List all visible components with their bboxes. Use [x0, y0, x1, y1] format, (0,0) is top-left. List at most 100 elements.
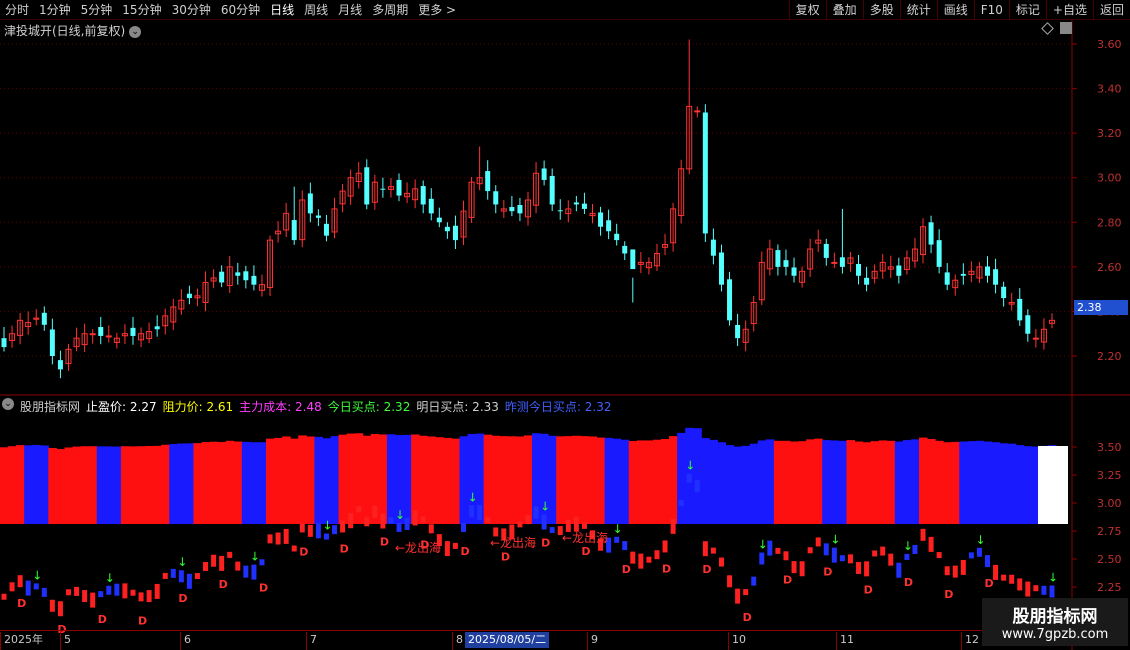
buy-arrow-icon: ↓ — [613, 522, 623, 536]
indicator-bar — [807, 547, 813, 554]
indicator-bar — [856, 561, 862, 574]
scroll-icon[interactable] — [1060, 22, 1072, 34]
candle-body — [243, 271, 249, 281]
buy-arrow-icon: ↓ — [322, 519, 332, 533]
buy-arrow-icon: ↓ — [540, 500, 550, 514]
indicator-column — [274, 437, 283, 524]
indicator-column — [556, 436, 565, 524]
indicator-axis-label: 3.25 — [1097, 469, 1122, 482]
indicator-column — [499, 436, 509, 524]
indicator-bar — [630, 551, 636, 564]
indicator-column — [451, 438, 460, 524]
indicator-column — [870, 441, 880, 524]
indicator-column — [669, 436, 678, 524]
indicator-bar — [525, 515, 531, 525]
candle-body — [928, 222, 934, 245]
indicator-column — [927, 439, 936, 524]
indicator-column — [217, 442, 227, 524]
date-tick: 12 — [961, 632, 979, 650]
indicator-bar — [896, 562, 902, 578]
indicator-bar — [259, 559, 265, 566]
candle-body — [936, 240, 942, 267]
indicator-value: 明日买点: 2.33 — [416, 400, 499, 414]
indicator-column — [314, 436, 323, 524]
indicator-column-latest — [1038, 446, 1068, 524]
indicator-bar — [767, 540, 773, 556]
candle-body — [557, 210, 563, 212]
candle-body — [783, 260, 789, 267]
indicator-bar — [662, 540, 668, 553]
indicator-column — [741, 445, 751, 524]
signal-d-label: D — [178, 592, 187, 605]
indicator-column — [717, 442, 727, 524]
indicator-bar — [880, 546, 886, 556]
indicator-column — [112, 446, 122, 524]
indicator-bar — [251, 564, 257, 580]
indicator-bar — [291, 545, 297, 552]
price-axis-label: 3.20 — [1097, 127, 1122, 140]
candle-body — [154, 326, 160, 330]
indicator-bar — [9, 582, 15, 592]
signal-d-label: D — [501, 550, 510, 563]
candle-body — [694, 110, 701, 113]
signal-d-label: D — [259, 581, 268, 594]
indicator-bar — [170, 568, 176, 578]
indicator-column — [999, 443, 1009, 524]
indicator-bar — [106, 585, 112, 595]
indicator-column — [935, 440, 944, 524]
candle-body — [702, 112, 708, 234]
indicator-bar — [243, 565, 249, 578]
indicator-column — [830, 440, 839, 524]
indicator-bar — [323, 533, 329, 540]
indicator-bar — [743, 589, 749, 596]
buy-arrow-icon: ↓ — [975, 533, 985, 547]
candle-body — [823, 243, 829, 258]
signal-d-label: D — [662, 562, 671, 575]
candle-body — [89, 333, 96, 336]
indicator-column — [435, 437, 444, 524]
indicator-column — [241, 441, 251, 524]
indicator-bar — [888, 553, 894, 566]
candle-body — [993, 269, 999, 285]
price-axis-label: 3.40 — [1097, 83, 1122, 96]
indicator-bar — [211, 554, 217, 567]
indicator-bar — [936, 552, 942, 559]
date-tick: 11 — [836, 632, 854, 650]
candle-body — [98, 327, 104, 336]
indicator-column — [443, 437, 452, 524]
candle-body — [598, 212, 604, 227]
chevron-down-icon[interactable]: ⌄ — [2, 398, 14, 410]
indicator-column — [185, 443, 194, 524]
indicator-bar — [872, 550, 878, 557]
chart-title[interactable]: 津投城开(日线,前复权) ⌄ — [4, 22, 142, 39]
indicator-column — [894, 441, 904, 524]
indicator-column — [80, 446, 90, 524]
chart-canvas[interactable]: 3.603.403.203.002.802.602.402.203.503.25… — [0, 0, 1130, 650]
indicator-column — [709, 439, 718, 524]
annotation-label: ←龙出海 — [562, 530, 608, 545]
candle-body — [364, 167, 370, 205]
chevron-down-icon[interactable]: ⌄ — [129, 25, 142, 38]
indicator-column — [145, 446, 154, 524]
indicator-axis-label: 2.50 — [1097, 553, 1122, 566]
indicator-name[interactable]: 股朋指标网 — [20, 398, 80, 415]
indicator-bar — [815, 537, 821, 547]
indicator-bar — [775, 547, 781, 554]
indicator-bar — [130, 589, 136, 596]
indicator-bar — [162, 572, 168, 579]
indicator-bar — [759, 552, 765, 565]
indicator-bar — [968, 552, 974, 559]
candle-body — [606, 220, 612, 232]
candle-body — [944, 272, 950, 285]
indicator-bar — [477, 505, 483, 521]
candle-body — [396, 179, 402, 196]
candle-body — [791, 267, 797, 276]
indicator-bar — [944, 566, 950, 576]
candle-body — [307, 193, 313, 214]
indicator-bar — [33, 583, 39, 590]
price-axis-label: 3.00 — [1097, 172, 1122, 185]
indicator-bar — [420, 516, 426, 523]
buy-arrow-icon: ↓ — [105, 571, 115, 585]
indicator-bar — [702, 541, 708, 557]
indicator-column — [523, 435, 533, 524]
